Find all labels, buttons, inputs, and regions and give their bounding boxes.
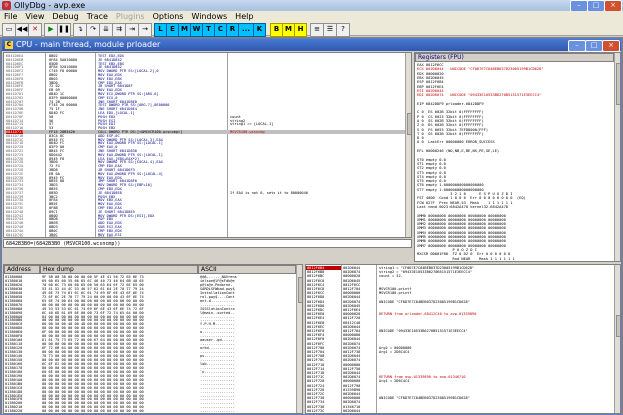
- registers-scroll-thumb[interactable]: [616, 63, 620, 105]
- step-over-icon[interactable]: ↷: [86, 23, 100, 37]
- registers-header[interactable]: Registers (FPU): [415, 53, 614, 62]
- info-pane: 6842B3B0=(6842B3B0 (MSVCR100.wcsncmp)): [3, 239, 412, 248]
- stack-comment: Arg1 = 2D6C4C4: [379, 379, 410, 384]
- stack-comment: UNICODE "CF0D7E7C04BEB037D23005199B1CD62…: [379, 299, 470, 304]
- menu-windows[interactable]: Windows: [187, 11, 231, 22]
- toolbar-more-button[interactable]: ...: [238, 23, 254, 37]
- register-line: O 0 LastErr 00000000 ERROR_SUCCESS: [417, 140, 495, 145]
- info-line-text: 6842B3B0=(6842B3B0 (MSVCR100.wcsncmp)): [6, 241, 121, 247]
- disassembly-scroll-thumb[interactable]: [407, 113, 411, 135]
- stack-scrollbar[interactable]: [614, 265, 620, 413]
- register-line: Rnd NEAR Mask 1 1 1 1 1 1: [417, 256, 515, 261]
- step-into-icon[interactable]: ↴: [73, 23, 87, 37]
- dump-ascii: ................: [200, 409, 235, 414]
- register-line: T 0 GS 002B 32bit 0(FFFFFFFF): [417, 131, 484, 136]
- dump-scroll-thumb[interactable]: [298, 277, 302, 303]
- trace-over-icon[interactable]: ⇉: [112, 23, 126, 37]
- list-icon[interactable]: ☰: [323, 23, 337, 37]
- execute-till-return-icon[interactable]: ⇥: [125, 23, 139, 37]
- stack-comment: count = 32.: [379, 274, 403, 279]
- menu-plugins[interactable]: Plugins: [112, 11, 149, 22]
- disasm-comment: If EAX is not 0, sets it to 80000040: [230, 190, 308, 195]
- pause-icon[interactable]: ❚❚: [57, 23, 71, 37]
- dump-scrollbar[interactable]: [296, 265, 302, 413]
- stack-pane[interactable]: 0012F6B4 002D6044 0012F6B8 002D6074 0012F6BC…: [305, 264, 621, 414]
- cpu-restore-button[interactable]: □: [585, 40, 603, 52]
- disasm-comment: string1 => [LOCAL.1]: [230, 122, 274, 127]
- disassembly-pane[interactable]: 6841D6EA 8B02 TEST EDX,EDX 6841D6EB 0F84 5A0…: [3, 52, 412, 238]
- register-line: EDI 002D6074 UNICODE "09433E10533B6270B5…: [417, 93, 542, 98]
- stack-comment: Arg1 = 2D6C4C4: [379, 350, 410, 354]
- open-icon[interactable]: ▭: [2, 23, 16, 37]
- disasm-instruction: POP EBX: [98, 236, 113, 237]
- ollydbg-app-icon: ☼: [2, 1, 11, 10]
- stack-address: 0012F73C: [307, 408, 325, 413]
- register-line: EIP 6842D8F9 prloader.6842D8F9: [417, 101, 484, 106]
- stack-comment: RETURN from prloader.68412C40 to avp.013…: [379, 312, 477, 317]
- register-line: EFL 00000246 (NO,NB,E,BE,NS,PE,GE,LE): [417, 149, 500, 153]
- stack-comment: UNICODE "09433E10533B6270B5151571E3EECC4…: [379, 329, 468, 333]
- toolbar-hwbreak-button[interactable]: H: [294, 23, 307, 37]
- run-icon[interactable]: ▶: [44, 23, 58, 37]
- cpu-minimize-button[interactable]: –: [568, 40, 586, 52]
- menu-help[interactable]: Help: [231, 11, 257, 22]
- registers-scrollbar[interactable]: [614, 53, 620, 261]
- cpu-window-title: CPU - main thread, module prloader: [16, 40, 161, 49]
- dump-hex-header[interactable]: Hex dump: [40, 265, 198, 274]
- dump-address-header[interactable]: Address: [4, 265, 40, 274]
- rewind-icon[interactable]: ◀◀: [15, 23, 29, 37]
- stack-comment: MSVCR100.printf: [379, 291, 412, 296]
- stack-scroll-thumb[interactable]: [616, 315, 620, 337]
- menu-debug[interactable]: Debug: [48, 11, 82, 22]
- menu-bar: File View Debug Trace Plugins Options Windows H…: [0, 11, 623, 22]
- dump-address: 01380220: [5, 409, 23, 414]
- cpu-close-button[interactable]: ×: [602, 40, 620, 52]
- disasm-address: 6841D74E: [6, 236, 23, 237]
- trace-into-icon[interactable]: ⇊: [99, 23, 113, 37]
- disasm-hex: 8BDB: [49, 236, 58, 237]
- disasm-comment: MSVCR100.wcsncmp: [230, 130, 265, 134]
- help-icon[interactable]: ?: [336, 23, 350, 37]
- toolbar-callstack-button[interactable]: K: [253, 23, 266, 37]
- stack-value: 002D6044: [343, 408, 361, 413]
- options-icon[interactable]: ≡: [310, 23, 324, 37]
- dump-ascii-header[interactable]: ASCII: [198, 265, 296, 274]
- register-line: Last cmnd 0023:6842A470 kernel32.6842A47…: [417, 204, 509, 209]
- stack-comment: UNICODE "CF0D7E7C04BEB037D23005199B1CD62…: [379, 396, 470, 401]
- disassembly-scrollbar[interactable]: [405, 53, 411, 237]
- cpu-window-icon: C: [5, 41, 13, 49]
- app-title-bar: ☼ OllyDbg - avp.exe – □ ×: [0, 0, 623, 12]
- close-process-icon[interactable]: ✕: [28, 23, 42, 37]
- registers-pane[interactable]: Registers (FPU) EAX 0012F6CC ECX 002D6044…: [414, 52, 621, 262]
- toolbar: ▭ ◀◀ ✕ ▶ ❚❚ ↴ ↷ ⇊ ⇉ ⇥ → L E M W T C R ..…: [0, 22, 623, 37]
- menu-view[interactable]: View: [21, 11, 48, 22]
- app-title: OllyDbg - avp.exe: [14, 1, 86, 10]
- cpu-window-title-bar[interactable]: C CPU - main thread, module prloader – □…: [2, 39, 621, 52]
- menu-options[interactable]: Options: [149, 11, 188, 22]
- menu-trace[interactable]: Trace: [83, 11, 112, 22]
- menu-file[interactable]: File: [0, 11, 21, 22]
- go-to-icon[interactable]: →: [138, 23, 152, 37]
- dump-hex: 00 00 00 00 00 00 00 00 00 00 00 00 00 0…: [42, 409, 144, 414]
- dump-pane[interactable]: Address Hex dump ASCII 01380000 9F 5B 00 …: [3, 264, 303, 414]
